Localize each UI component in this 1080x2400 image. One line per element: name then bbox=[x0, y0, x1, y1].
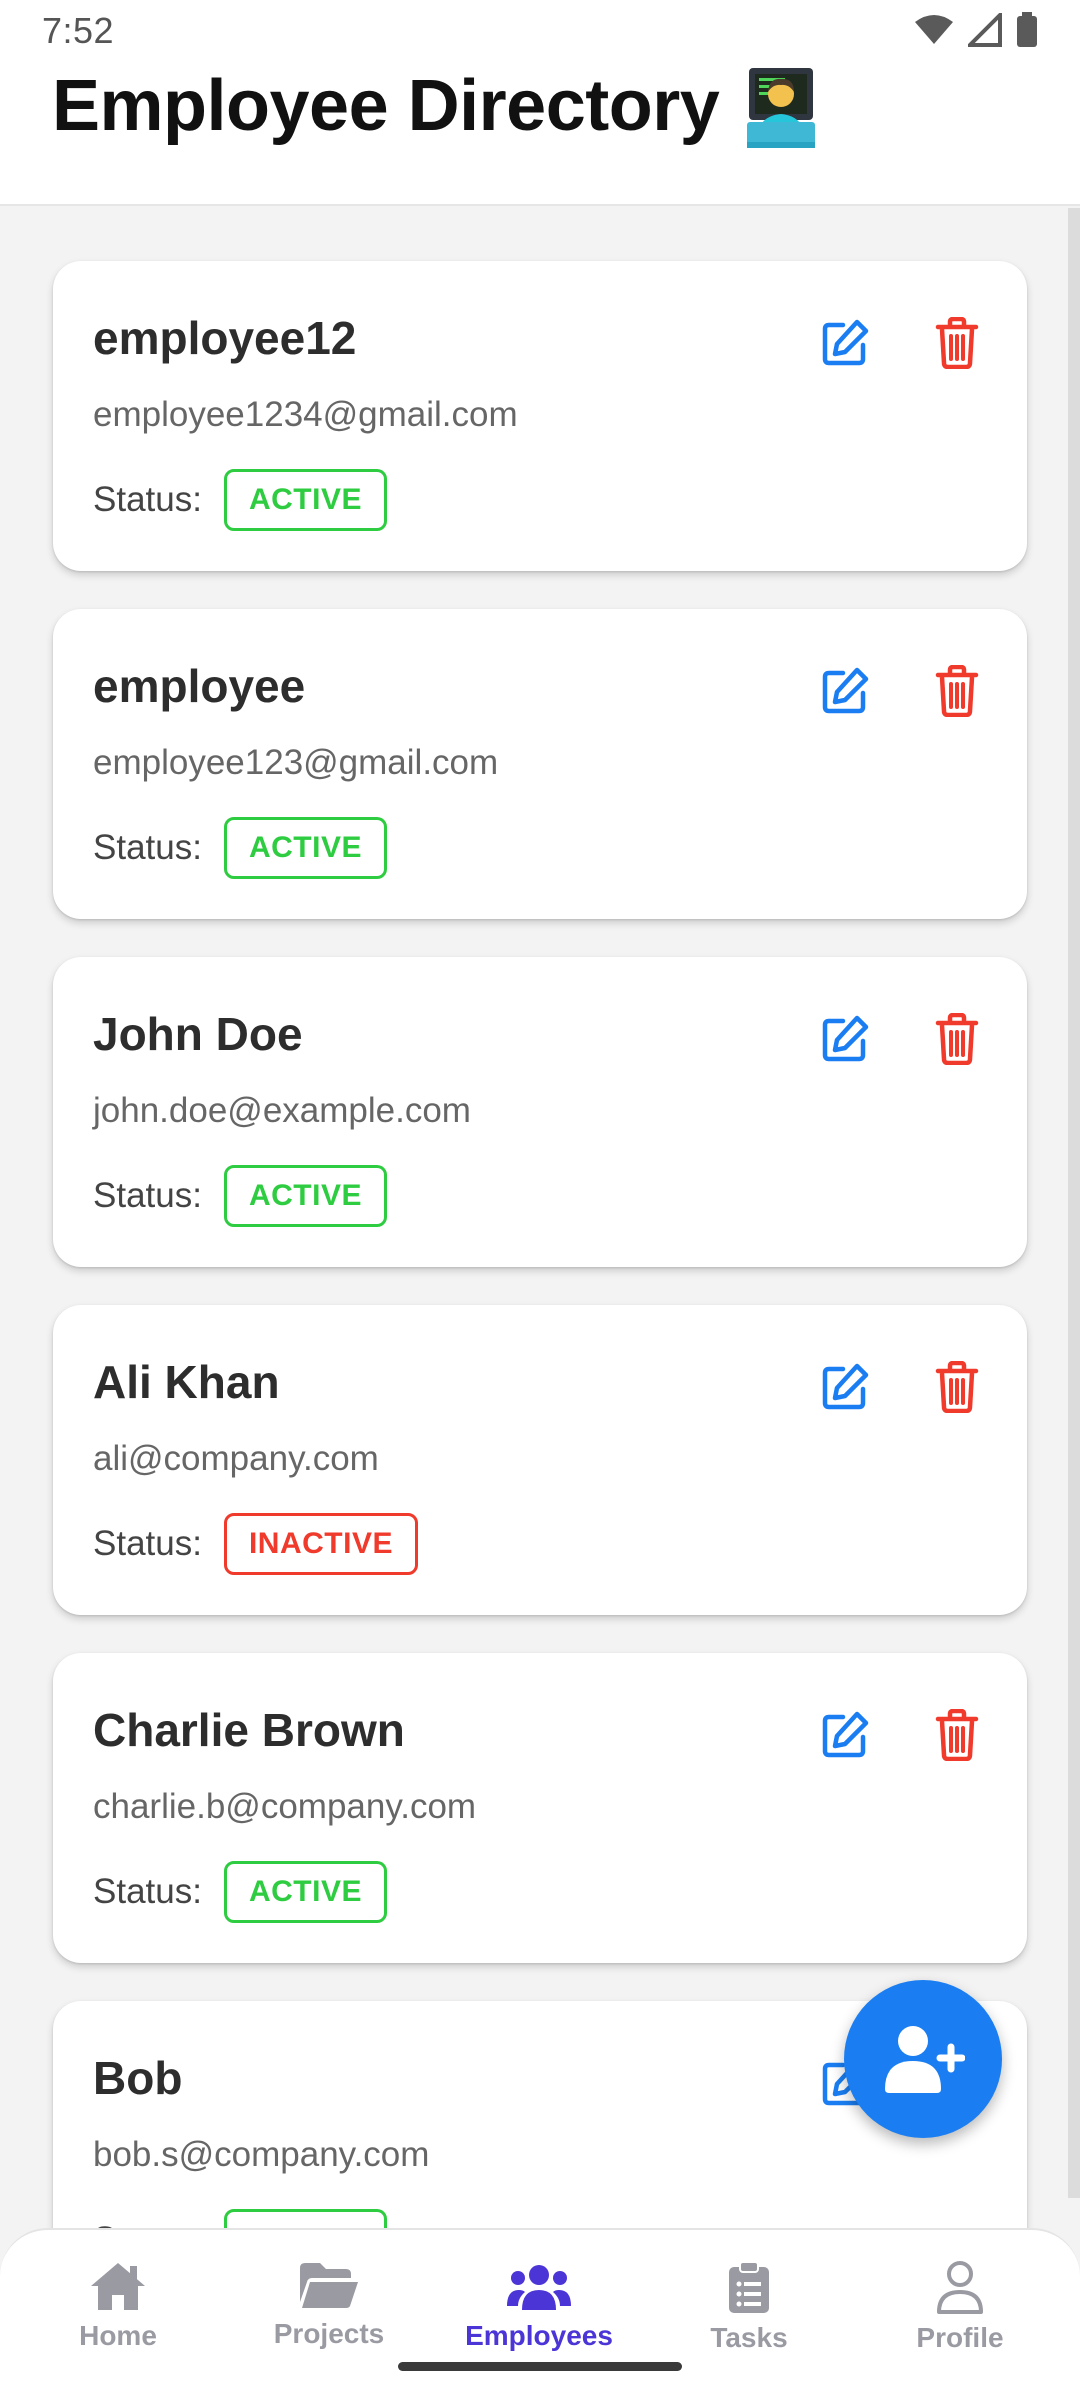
status-badge: ACTIVE bbox=[223, 817, 387, 879]
employee-email: employee1234@gmail.com bbox=[93, 395, 518, 434]
edit-button[interactable] bbox=[815, 313, 875, 373]
employee-card[interactable]: Charlie Brown charlie.b@company.com Stat… bbox=[53, 1653, 1027, 1963]
status-badge: ACTIVE bbox=[223, 1165, 387, 1227]
folder-icon bbox=[300, 2263, 358, 2308]
nav-label: Tasks bbox=[710, 2322, 788, 2353]
top-bar: 7:52 Employee Directory bbox=[0, 0, 1080, 206]
delete-button[interactable] bbox=[927, 313, 987, 373]
status-label: Status: bbox=[93, 2220, 202, 2228]
add-employee-button[interactable] bbox=[844, 1980, 1002, 2138]
status-label: Status: bbox=[93, 480, 202, 519]
users-icon bbox=[507, 2265, 571, 2310]
nav-label: Profile bbox=[916, 2322, 1004, 2353]
employee-list[interactable]: employee12 employee1234@gmail.com Status… bbox=[0, 208, 1080, 2228]
page-title-text: Employee Directory bbox=[52, 66, 720, 146]
status-row: Status: ACTIVE bbox=[93, 1861, 387, 1923]
employee-email: employee123@gmail.com bbox=[93, 743, 499, 782]
employee-card[interactable]: employee12 employee1234@gmail.com Status… bbox=[53, 261, 1027, 571]
employee-name: Charlie Brown bbox=[93, 1704, 405, 1756]
home-indicator[interactable] bbox=[398, 2362, 682, 2371]
status-icons bbox=[914, 10, 1038, 53]
profile-icon bbox=[937, 2261, 983, 2314]
trash-icon bbox=[935, 665, 979, 717]
status-row: Status: ACTIVE bbox=[93, 2209, 387, 2228]
bottom-nav: Home Projects Employees Tasks Profile bbox=[0, 2228, 1080, 2400]
nav-item-projects[interactable]: Projects bbox=[229, 2260, 429, 2370]
status-row: Status: INACTIVE bbox=[93, 1513, 418, 1575]
edit-button[interactable] bbox=[815, 1357, 875, 1417]
status-label: Status: bbox=[93, 1176, 202, 1215]
status-badge: ACTIVE bbox=[223, 469, 387, 531]
clipboard-icon bbox=[729, 2261, 769, 2313]
wifi-icon bbox=[914, 14, 954, 51]
employee-name: John Doe bbox=[93, 1008, 303, 1060]
status-badge: INACTIVE bbox=[223, 1513, 418, 1575]
employee-card[interactable]: John Doe john.doe@example.com Status: AC… bbox=[53, 957, 1027, 1267]
nav-item-home[interactable]: Home bbox=[18, 2260, 218, 2370]
delete-button[interactable] bbox=[927, 1357, 987, 1417]
employee-name: employee bbox=[93, 660, 306, 712]
employee-name: Bob bbox=[93, 2052, 183, 2104]
status-time: 7:52 bbox=[42, 10, 115, 51]
signal-icon bbox=[965, 10, 1002, 52]
edit-icon bbox=[822, 1711, 869, 1758]
trash-icon bbox=[935, 317, 979, 369]
edit-button[interactable] bbox=[815, 1705, 875, 1765]
edit-icon bbox=[822, 667, 869, 714]
employee-email: john.doe@example.com bbox=[93, 1091, 471, 1130]
status-badge: ACTIVE bbox=[223, 1861, 387, 1923]
trash-icon bbox=[935, 1361, 979, 1413]
status-badge: ACTIVE bbox=[223, 2209, 387, 2228]
status-row: Status: ACTIVE bbox=[93, 469, 387, 531]
battery-icon bbox=[1016, 12, 1038, 53]
nav-item-tasks[interactable]: Tasks bbox=[649, 2260, 849, 2370]
employee-card[interactable]: employee employee123@gmail.com Status: A… bbox=[53, 609, 1027, 919]
delete-button[interactable] bbox=[927, 661, 987, 721]
delete-button[interactable] bbox=[927, 1705, 987, 1765]
technologist-emoji-icon bbox=[739, 64, 823, 148]
edit-button[interactable] bbox=[815, 661, 875, 721]
nav-label: Projects bbox=[273, 2318, 385, 2349]
status-row: Status: ACTIVE bbox=[93, 1165, 387, 1227]
employee-name: Ali Khan bbox=[93, 1356, 280, 1408]
nav-label: Home bbox=[79, 2320, 157, 2351]
home-icon bbox=[91, 2263, 145, 2310]
trash-icon bbox=[935, 1013, 979, 1065]
status-label: Status: bbox=[93, 1872, 202, 1911]
edit-icon bbox=[822, 1363, 869, 1410]
scrollbar[interactable] bbox=[1068, 208, 1080, 2198]
employee-card[interactable]: Ali Khan ali@company.com Status: INACTIV… bbox=[53, 1305, 1027, 1615]
employee-email: ali@company.com bbox=[93, 1439, 379, 1478]
add-user-icon bbox=[885, 2026, 965, 2093]
delete-button[interactable] bbox=[927, 1009, 987, 1069]
status-row: Status: ACTIVE bbox=[93, 817, 387, 879]
employee-email: charlie.b@company.com bbox=[93, 1787, 477, 1826]
nav-item-employees[interactable]: Employees bbox=[439, 2260, 639, 2370]
edit-icon bbox=[822, 1015, 869, 1062]
status-label: Status: bbox=[93, 1524, 202, 1563]
trash-icon bbox=[935, 1709, 979, 1761]
page-title: Employee Directory bbox=[52, 64, 823, 148]
app-root: 7:52 Employee Directory employee12 emplo… bbox=[0, 0, 1080, 2400]
status-label: Status: bbox=[93, 828, 202, 867]
edit-icon bbox=[822, 319, 869, 366]
employee-name: employee12 bbox=[93, 312, 357, 364]
edit-button[interactable] bbox=[815, 1009, 875, 1069]
nav-item-profile[interactable]: Profile bbox=[860, 2260, 1060, 2370]
nav-label: Employees bbox=[465, 2320, 613, 2351]
employee-email: bob.s@company.com bbox=[93, 2135, 430, 2174]
